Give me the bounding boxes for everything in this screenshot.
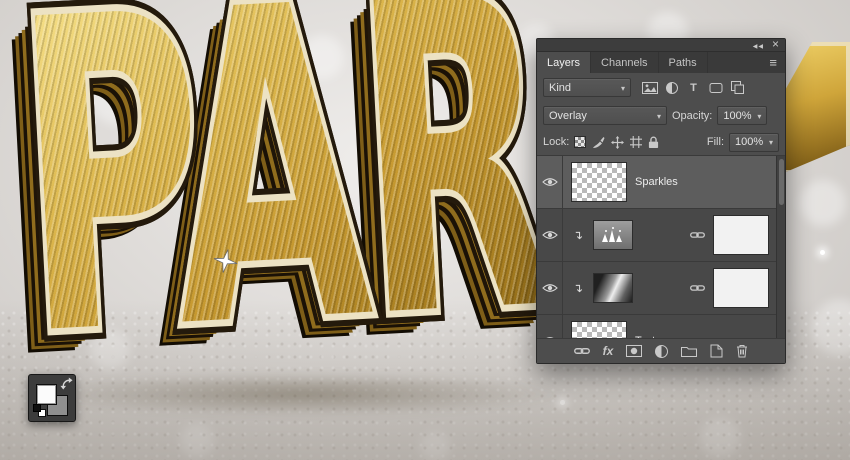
layer-row[interactable]: PART Text [537, 315, 785, 338]
layer-row[interactable] [537, 262, 785, 315]
lock-icon-group [574, 135, 659, 149]
mask-link-icon[interactable] [690, 284, 705, 292]
layer-thumbnail[interactable] [593, 273, 633, 303]
layer-visibility-toggle[interactable] [537, 315, 563, 338]
opacity-label: Opacity: [672, 109, 713, 122]
dropdown-arrow-icon [617, 82, 625, 94]
lock-position-icon[interactable] [611, 135, 625, 149]
eye-icon [541, 231, 558, 239]
dropdown-arrow-icon [765, 136, 773, 148]
kind-filter-value: Kind [549, 81, 572, 94]
new-layer-button[interactable] [710, 344, 723, 358]
half-circle-icon [655, 344, 669, 358]
delete-layer-button[interactable] [736, 344, 748, 358]
scrollbar-thumb[interactable] [779, 159, 784, 205]
clipping-mask-arrow-icon [571, 228, 585, 242]
tab-layers[interactable]: Layers [537, 52, 592, 73]
dropdown-arrow-icon [753, 110, 761, 122]
lock-row: Lock: Fill: 100% [537, 129, 785, 156]
layers-panel: Layers Channels Paths Kind [536, 38, 786, 364]
half-circle-icon [665, 81, 678, 94]
blend-mode-dropdown[interactable]: Overlay [543, 106, 667, 125]
lock-label: Lock: [543, 136, 570, 148]
layer-filter-row: Kind [537, 73, 785, 102]
blend-mode-value: Overlay [549, 109, 587, 122]
foreground-color-swatch[interactable] [36, 384, 57, 405]
filter-shape-layers-icon[interactable] [706, 78, 725, 97]
layers-panel-bottom-bar: fx [537, 338, 785, 363]
default-foreground-swatch [33, 404, 41, 412]
filter-icon-group [640, 78, 747, 97]
layer-thumbnail[interactable]: PART [571, 321, 627, 338]
layer-row[interactable] [537, 209, 785, 262]
eye-icon [541, 178, 558, 186]
default-colors-icon[interactable] [33, 404, 46, 417]
foreground-background-color-control [28, 374, 76, 422]
filter-adjustment-layers-icon[interactable] [662, 78, 681, 97]
opacity-dropdown[interactable]: 100% [717, 106, 768, 125]
opacity-value: 100% [723, 109, 752, 122]
swap-colors-icon[interactable] [60, 377, 73, 390]
text-layer-thumbnail-text: PART [588, 337, 609, 339]
text-gold-face-layer: PAR [10, 0, 555, 386]
fill-value: 100% [735, 136, 764, 148]
fill-dropdown[interactable]: 100% [729, 132, 779, 152]
tab-paths[interactable]: Paths [659, 52, 708, 73]
photoshop-canvas: PAR PAR PAR PAR Layers Channels Paths [0, 0, 850, 460]
new-adjustment-layer-button[interactable] [655, 344, 669, 358]
kind-filter-dropdown[interactable]: Kind [543, 78, 631, 97]
layer-list: Sparkles ↴ ↴ [537, 156, 785, 338]
close-panel-icon[interactable] [772, 39, 779, 51]
layer-visibility-toggle[interactable] [537, 156, 563, 208]
layer-visibility-toggle[interactable] [537, 262, 563, 314]
layer-visibility-toggle[interactable] [537, 209, 563, 261]
filter-smart-objects-icon[interactable] [728, 78, 747, 97]
eye-icon [541, 284, 558, 292]
layer-row[interactable]: Sparkles [537, 156, 785, 209]
add-layer-mask-button[interactable] [626, 345, 643, 357]
scrollbar[interactable] [776, 156, 785, 338]
layer-name[interactable]: Sparkles [635, 176, 678, 188]
layer-thumbnail[interactable] [571, 162, 627, 202]
layer-name[interactable]: Text [635, 335, 655, 338]
mask-link-icon[interactable] [690, 231, 705, 239]
lock-artboard-icon[interactable] [630, 136, 643, 148]
lock-all-icon[interactable] [648, 136, 659, 149]
filter-type-layers-icon[interactable] [684, 78, 703, 97]
filter-pixel-layers-icon[interactable] [640, 78, 659, 97]
panel-title-bar[interactable] [537, 39, 785, 52]
fill-label: Fill: [706, 136, 724, 148]
panel-menu-icon[interactable] [761, 52, 785, 73]
layer-thumbnail[interactable] [593, 220, 633, 250]
new-group-button[interactable] [681, 345, 698, 357]
lock-pixels-icon[interactable] [592, 136, 605, 149]
link-layers-button[interactable] [573, 347, 590, 355]
layer-mask-thumbnail[interactable] [713, 215, 769, 255]
lock-transparency-icon[interactable] [574, 136, 587, 148]
layer-mask-thumbnail[interactable] [713, 268, 769, 308]
collapse-to-icons-icon[interactable] [753, 39, 764, 51]
clipping-mask-arrow-icon [571, 281, 585, 295]
dropdown-arrow-icon [653, 110, 661, 122]
panel-tab-bar: Layers Channels Paths [537, 52, 785, 73]
tab-channels[interactable]: Channels [591, 52, 659, 73]
sparkle-dot [820, 250, 825, 255]
eye-icon [545, 337, 554, 338]
bokeh-dot [800, 180, 846, 226]
layer-effects-button[interactable]: fx [603, 344, 614, 358]
blend-mode-row: Overlay Opacity: 100% [537, 102, 785, 129]
